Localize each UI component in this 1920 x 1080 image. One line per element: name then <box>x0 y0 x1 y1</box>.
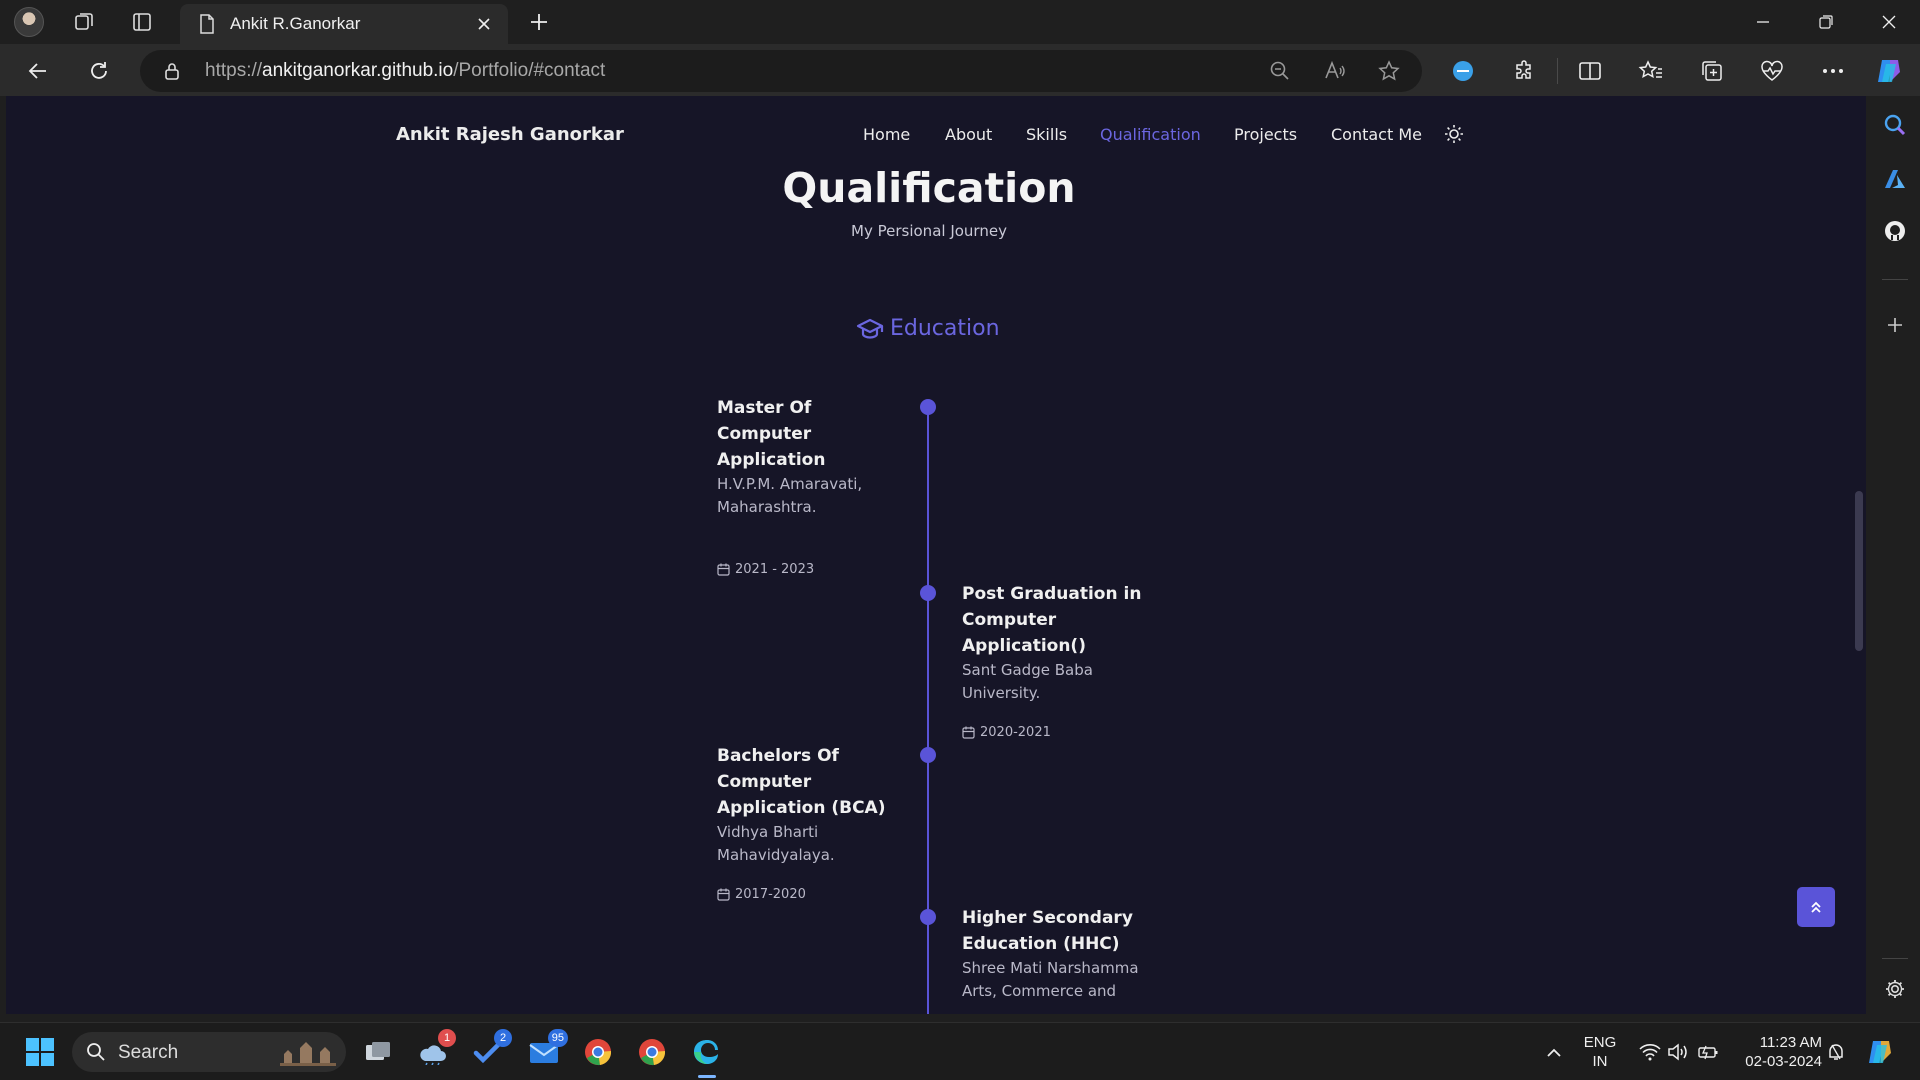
webpage: Ankit Rajesh Ganorkar Home About Skills … <box>6 96 1852 1014</box>
clock-date: 02-03-2024 <box>1745 1053 1822 1070</box>
notifications-icon[interactable] <box>1818 1034 1854 1070</box>
qualification-date: 2021 - 2023 <box>717 562 814 577</box>
split-screen-icon[interactable] <box>1573 54 1607 88</box>
minimize-button[interactable] <box>1740 4 1786 40</box>
qualification-title: Higher Secondary Education (HHC) <box>962 908 1133 954</box>
chrome-profile-icon[interactable] <box>634 1034 670 1070</box>
qualification-date: 2017-2020 <box>717 887 806 902</box>
nav-qualification[interactable]: Qualification <box>1100 125 1201 144</box>
search-icon <box>87 1043 105 1061</box>
scrollbar-thumb[interactable] <box>1855 491 1863 651</box>
calendar-icon <box>717 563 730 576</box>
github-icon[interactable] <box>1880 216 1910 246</box>
qualification-title: Master Of Computer Application <box>717 398 826 470</box>
double-chevron-up-icon <box>1811 901 1821 913</box>
todo-badge: 2 <box>494 1029 512 1047</box>
timeline-dot <box>920 747 936 763</box>
task-view-icon[interactable] <box>360 1034 396 1070</box>
qualification-institution: Shree Mati Narshamma Arts, Commerce and <box>962 959 1139 1000</box>
section-subtitle: My Persional Journey <box>851 222 1007 240</box>
sidebar-divider <box>1882 279 1908 280</box>
copilot-icon[interactable] <box>1872 54 1906 88</box>
close-window-button[interactable] <box>1866 4 1912 40</box>
browser-tab-bar: Ankit R.Ganorkar <box>0 0 1920 44</box>
search-highlight-temple-icon <box>280 1042 336 1066</box>
azure-icon[interactable] <box>1880 164 1910 194</box>
favorite-star-icon[interactable] <box>1374 56 1404 86</box>
copilot-preview-icon[interactable] <box>1862 1034 1898 1070</box>
close-icon[interactable] <box>472 12 496 36</box>
qualification-institution: Vidhya Bharti Mahavidyalaya. <box>717 823 835 864</box>
mail-badge: 95 <box>547 1029 568 1047</box>
collections-icon[interactable] <box>1695 54 1729 88</box>
toolbar-divider <box>1557 58 1558 84</box>
address-bar[interactable]: https://ankitganorkar.github.io/Portfoli… <box>140 50 1422 92</box>
new-tab-button[interactable] <box>524 7 554 37</box>
back-button[interactable] <box>21 54 55 88</box>
clock-time: 11:23 AM <box>1759 1034 1822 1051</box>
qualification-title: Bachelors Of Computer Application (BCA) <box>717 746 886 818</box>
calendar-icon <box>962 726 975 739</box>
battery-icon[interactable] <box>1690 1034 1726 1070</box>
windows-taskbar: Search 1 2 95 ENG IN 11:23 AM 02-03-2024 <box>0 1022 1920 1080</box>
timeline-dot <box>920 909 936 925</box>
section-title: Qualification <box>782 164 1076 212</box>
zoom-out-icon[interactable] <box>1265 56 1295 86</box>
mail-app-icon[interactable]: 95 <box>526 1029 568 1070</box>
site-brand[interactable]: Ankit Rajesh Ganorkar <box>396 124 624 145</box>
page-icon <box>200 14 214 34</box>
search-label: Search <box>118 1042 179 1063</box>
qualification-institution: H.V.P.M. Amaravati, Maharashtra. <box>717 475 863 516</box>
education-tab-label: Education <box>890 316 1000 341</box>
read-aloud-icon[interactable] <box>1320 56 1350 86</box>
taskbar-search-box[interactable]: Search <box>72 1032 346 1072</box>
lock-icon[interactable] <box>157 56 187 86</box>
nav-projects[interactable]: Projects <box>1234 125 1297 144</box>
scroll-to-top-button[interactable] <box>1797 887 1835 927</box>
extension-blue-icon[interactable] <box>1446 54 1480 88</box>
clock[interactable]: 11:23 AM 02-03-2024 <box>1730 1033 1822 1071</box>
extensions-puzzle-icon[interactable] <box>1508 54 1542 88</box>
refresh-button[interactable] <box>82 54 116 88</box>
edge-browser-icon[interactable] <box>688 1034 724 1070</box>
search-icon[interactable] <box>1880 110 1910 140</box>
tab-title: Ankit R.Ganorkar <box>230 14 361 33</box>
windows-start-icon[interactable] <box>22 1034 58 1070</box>
timeline-dot <box>920 585 936 601</box>
education-tab[interactable]: Education <box>856 316 1000 341</box>
calendar-icon <box>717 888 730 901</box>
language-indicator[interactable]: ENG IN <box>1582 1033 1618 1071</box>
more-menu-icon[interactable] <box>1816 54 1850 88</box>
sidebar-divider <box>1882 958 1908 959</box>
settings-gear-icon[interactable] <box>1880 974 1910 1004</box>
page-scrollbar[interactable] <box>1852 96 1866 1014</box>
qualification-institution: Sant Gadge Baba University. <box>962 661 1093 702</box>
timeline-dot <box>920 399 936 415</box>
edge-sidebar <box>1870 96 1920 1022</box>
theme-toggle-sun-icon[interactable] <box>1442 122 1466 146</box>
nav-home[interactable]: Home <box>863 125 910 144</box>
nav-about[interactable]: About <box>945 125 992 144</box>
tab-active[interactable]: Ankit R.Ganorkar <box>180 4 508 44</box>
profile-avatar[interactable] <box>14 7 44 37</box>
restore-button[interactable] <box>1803 4 1849 40</box>
graduation-cap-icon <box>856 318 884 339</box>
add-icon[interactable] <box>1880 310 1910 340</box>
weather-icon[interactable]: 1 <box>414 1029 456 1070</box>
active-app-indicator <box>698 1075 716 1078</box>
browser-toolbar: https://ankitganorkar.github.io/Portfoli… <box>0 44 1920 96</box>
todo-app-icon[interactable]: 2 <box>470 1029 512 1070</box>
url-text[interactable]: https://ankitganorkar.github.io/Portfoli… <box>205 60 605 82</box>
nav-contact-me[interactable]: Contact Me <box>1331 125 1422 144</box>
chevron-up-icon[interactable] <box>1536 1034 1572 1070</box>
qualification-date: 2020-2021 <box>962 725 1051 740</box>
weather-badge: 1 <box>438 1029 456 1047</box>
qualification-title: Post Graduation in Computer Application(… <box>962 584 1142 656</box>
workspaces-icon[interactable] <box>68 6 100 38</box>
nav-skills[interactable]: Skills <box>1026 125 1067 144</box>
vertical-tabs-icon[interactable] <box>126 6 158 38</box>
favorites-icon[interactable] <box>1634 54 1668 88</box>
browser-essentials-icon[interactable] <box>1755 54 1789 88</box>
chrome-icon[interactable] <box>580 1034 616 1070</box>
